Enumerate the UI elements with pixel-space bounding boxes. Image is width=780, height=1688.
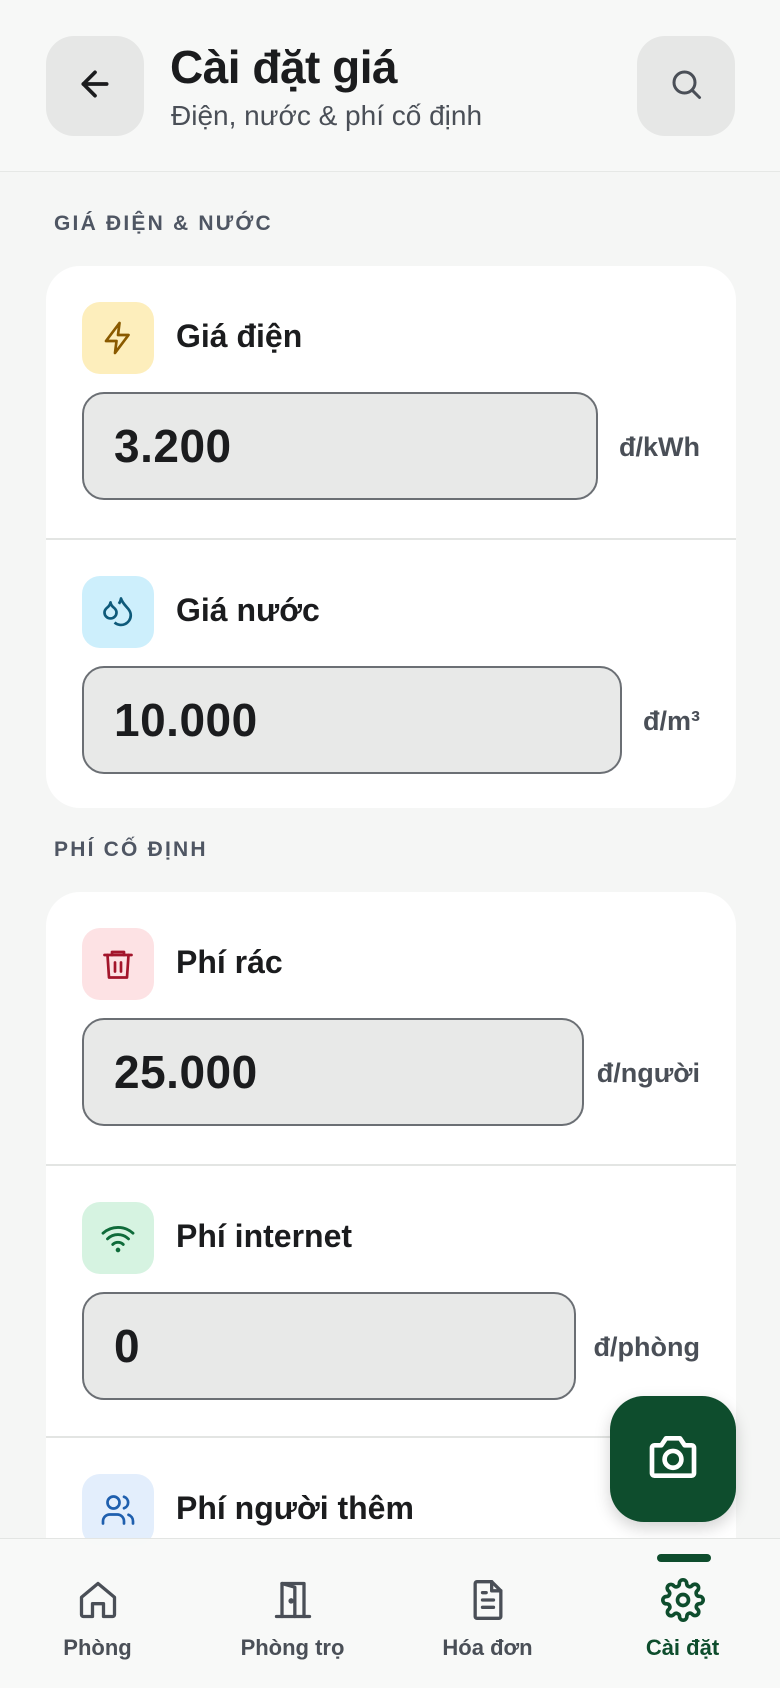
bottom-navigation: Phòng Phòng trọ Hóa đơn Cài đặt [0, 1538, 780, 1688]
search-button[interactable] [637, 36, 735, 136]
unit-label: đ/phòng [593, 1332, 700, 1362]
price-settings-screen: Cài đặt giá Điện, nước & phí cố định GIÁ… [0, 0, 780, 1688]
wifi-icon [82, 1202, 154, 1274]
row-title: Giá nước [176, 592, 320, 628]
internet-fee-input[interactable]: 0 [82, 1292, 576, 1400]
nav-item-phong-tro[interactable]: Phòng trọ [195, 1539, 390, 1688]
utilities-card: Giá điện 3.200 đ/kWh Giá nước 10.000 đ/m… [46, 266, 736, 808]
page-title: Cài đặt giá [170, 41, 398, 93]
users-icon [82, 1474, 154, 1546]
water-price-input[interactable]: 10.000 [82, 666, 622, 774]
row-title: Phí internet [176, 1218, 353, 1254]
unit-label: đ/người [596, 1058, 700, 1088]
back-button[interactable] [46, 36, 144, 136]
nav-label: Phòng trọ [240, 1635, 345, 1660]
price-row-trash: Phí rác 25.000 đ/người [46, 892, 736, 1164]
arrow-left-icon [75, 64, 115, 109]
camera-button[interactable] [610, 1396, 736, 1522]
home-icon [76, 1577, 120, 1623]
nav-label: Cài đặt [645, 1635, 720, 1660]
row-title: Phí người thêm [176, 1490, 414, 1526]
camera-icon [645, 1429, 701, 1490]
row-title: Phí rác [176, 944, 283, 980]
price-row-water: Giá nước 10.000 đ/m³ [46, 538, 736, 808]
active-indicator [657, 1554, 711, 1562]
nav-item-cai-dat[interactable]: Cài đặt [585, 1539, 780, 1688]
search-icon [668, 66, 704, 107]
trash-icon [82, 928, 154, 1000]
gear-icon [660, 1577, 705, 1623]
nav-label: Phòng [63, 1635, 132, 1660]
section-label-fixed-fees: PHÍ CỐ ĐỊNH [54, 838, 208, 861]
unit-label: đ/kWh [619, 432, 700, 462]
nav-item-hoa-don[interactable]: Hóa đơn [390, 1539, 585, 1688]
app-header: Cài đặt giá Điện, nước & phí cố định [0, 0, 780, 172]
nav-item-phong[interactable]: Phòng [0, 1539, 195, 1688]
page-subtitle: Điện, nước & phí cố định [171, 100, 483, 131]
section-label-utilities: GIÁ ĐIỆN & NƯỚC [54, 212, 273, 235]
price-row-internet: Phí internet 0 đ/phòng [46, 1164, 736, 1436]
electricity-price-input[interactable]: 3.200 [82, 392, 598, 500]
price-row-electricity: Giá điện 3.200 đ/kWh [46, 266, 736, 538]
trash-fee-input[interactable]: 25.000 [82, 1018, 584, 1126]
unit-label: đ/m³ [643, 706, 700, 736]
row-title: Giá điện [176, 318, 303, 354]
nav-label: Hóa đơn [442, 1635, 533, 1660]
invoice-icon [466, 1577, 510, 1623]
door-icon [271, 1577, 315, 1623]
water-drops-icon [82, 576, 154, 648]
lightning-icon [82, 302, 154, 374]
